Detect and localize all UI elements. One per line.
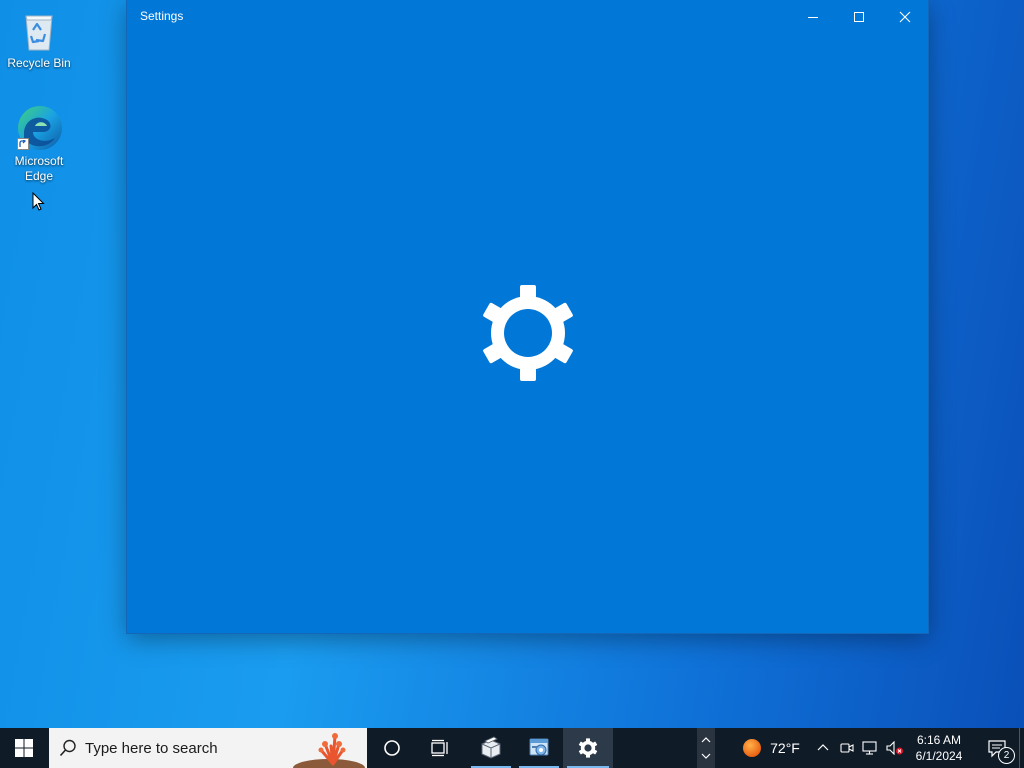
close-button[interactable] [882,0,928,33]
meet-now-button[interactable] [838,728,856,768]
microsoft-edge-desktop-icon[interactable]: Microsoft Edge [1,104,77,184]
shortcut-arrow-icon [17,138,29,150]
cortana-button[interactable] [368,728,416,768]
windows-logo-icon [15,739,33,757]
taskbar: Type here to search 72°F 6:16 AM 6/1/202… [0,728,1024,768]
volume-muted-icon [886,741,903,755]
maximize-icon [854,11,864,22]
show-hidden-icons-button[interactable] [813,728,833,768]
search-icon [59,739,77,757]
chevron-down-icon[interactable] [701,751,711,761]
maximize-button[interactable] [836,0,882,33]
title-bar[interactable]: Settings [127,0,928,33]
clock-time: 6:16 AM [916,733,962,747]
action-center-button[interactable]: 2 [976,728,1018,768]
weather-temperature: 72°F [770,740,800,756]
task-view-icon [431,739,448,757]
search-box[interactable]: Type here to search [49,728,367,768]
recycle-bin-desktop-icon[interactable]: Recycle Bin [1,6,77,71]
cortana-icon [384,740,400,756]
clock-date: 6/1/2024 [915,749,963,763]
taskbar-overflow-scroller[interactable] [697,728,715,768]
settings-gear-taskbar-icon [578,738,598,758]
minimize-button[interactable] [790,0,836,33]
close-icon [899,11,911,22]
edge-icon [15,104,63,152]
recycle-bin-label: Recycle Bin [7,56,71,70]
chevron-up-icon[interactable] [701,735,711,745]
notification-count-badge: 2 [998,747,1015,764]
show-desktop-button[interactable] [1019,728,1024,768]
weather-widget[interactable]: 72°F [736,728,806,768]
control-panel-icon [529,738,549,756]
taskbar-app-settings[interactable] [563,728,613,768]
search-placeholder: Type here to search [85,739,218,757]
volume-button[interactable] [884,728,906,768]
package-box-icon [481,736,501,759]
settings-window[interactable]: Settings [127,0,928,633]
network-wired-icon [862,741,877,755]
taskbar-app-control-panel[interactable] [515,728,563,768]
taskbar-app-package[interactable] [467,728,515,768]
mouse-cursor-icon [32,191,46,217]
window-title: Settings [140,9,184,23]
chevron-up-icon [817,744,829,751]
clock[interactable]: 6:16 AM 6/1/2024 [907,728,971,768]
search-highlight-illustration [277,728,367,768]
task-view-button[interactable] [416,728,464,768]
settings-gear-icon [478,283,578,388]
network-button[interactable] [860,728,880,768]
weather-sun-icon [743,739,762,757]
start-button[interactable] [0,728,48,768]
minimize-icon [808,16,818,18]
meet-now-icon [840,743,854,753]
microsoft-edge-label: Microsoft Edge [14,154,64,183]
recycle-bin-icon [15,6,63,54]
